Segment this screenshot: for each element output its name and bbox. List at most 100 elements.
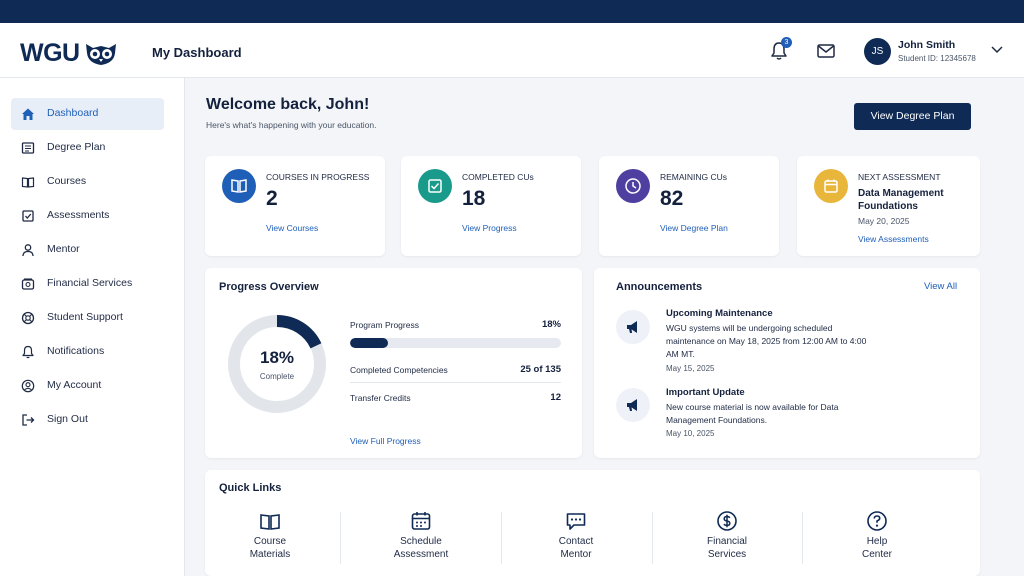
- announcements-title: Announcements: [616, 281, 703, 293]
- program-progress-bar: [350, 338, 561, 348]
- clock-icon: [616, 169, 650, 203]
- view-assessments-link[interactable]: View Assessments: [858, 234, 929, 244]
- next-assessment-date: May 20, 2025: [858, 216, 910, 226]
- calendar-icon: [814, 169, 848, 203]
- money-icon: [21, 278, 35, 290]
- sidebar-item-label: Financial Services: [47, 277, 133, 289]
- sidebar-item-assessments[interactable]: Assessments: [11, 200, 164, 232]
- sidebar-item-label: Student Support: [47, 311, 123, 323]
- quick-link-label: Financial Services: [706, 536, 748, 560]
- wgu-logo[interactable]: WGU: [20, 39, 118, 68]
- completed-competencies-label: Completed Competencies: [350, 365, 448, 375]
- stat-card-next-assessment: NEXT ASSESSMENT Data Management Foundati…: [797, 156, 980, 256]
- sidebar-item-courses[interactable]: Courses: [11, 166, 164, 198]
- megaphone-icon: [616, 388, 650, 422]
- student-id: Student ID: 12345678: [898, 54, 976, 63]
- quick-link-label: Schedule Assessment: [393, 536, 449, 560]
- sidebar-item-label: Assessments: [47, 209, 110, 221]
- stat-card-courses: COURSES IN PROGRESS 2 View Courses: [205, 156, 385, 256]
- support-icon: [21, 311, 35, 325]
- chevron-down-icon[interactable]: [990, 45, 1004, 55]
- divider: [501, 512, 502, 564]
- sidebar-item-my-account[interactable]: My Account: [11, 370, 164, 402]
- sidebar-item-sign-out[interactable]: Sign Out: [11, 404, 164, 436]
- divider: [652, 512, 653, 564]
- sidebar-item-label: Dashboard: [47, 107, 99, 119]
- stat-label: NEXT ASSESSMENT: [858, 172, 941, 182]
- quick-link-contact-mentor[interactable]: Contact Mentor: [526, 510, 626, 561]
- transfer-credits-label: Transfer Credits: [350, 393, 411, 403]
- stat-label: REMAINING CUs: [660, 172, 728, 182]
- home-icon: [22, 108, 34, 120]
- view-courses-link[interactable]: View Courses: [266, 223, 318, 233]
- user-name: John Smith: [898, 39, 956, 51]
- program-progress-value: 18%: [541, 319, 561, 330]
- logo-text: WGU: [20, 39, 80, 67]
- quick-link-label: Help Center: [861, 536, 892, 560]
- check-icon: [418, 169, 452, 203]
- announcement-title: Important Update: [666, 387, 745, 398]
- quick-link-financial-services[interactable]: Financial Services: [677, 510, 777, 561]
- stat-value: 82: [660, 187, 684, 210]
- dollar-icon: [717, 511, 737, 531]
- stat-card-completed: COMPLETED CUs 18 View Progress: [401, 156, 581, 256]
- sidebar-item-student-support[interactable]: Student Support: [11, 302, 164, 334]
- progress-percent: 18%: [259, 348, 295, 367]
- sidebar-item-label: Mentor: [47, 243, 80, 255]
- owl-logo-icon: [85, 43, 116, 65]
- quick-link-label: Contact Mentor: [558, 536, 594, 560]
- progress-complete-label: Complete: [259, 372, 295, 381]
- avatar[interactable]: JS: [864, 38, 891, 65]
- transfer-credits-value: 12: [550, 392, 561, 403]
- announcements-card: [594, 268, 980, 458]
- stat-value: 2: [266, 187, 278, 210]
- sidebar-item-notifications[interactable]: Notifications: [11, 336, 164, 368]
- plan-icon: [21, 142, 35, 154]
- account-icon: [21, 379, 35, 393]
- announcement-body: New course material is now available for…: [666, 402, 839, 425]
- view-progress-link[interactable]: View Progress: [462, 223, 517, 233]
- announcement-title: Upcoming Maintenance: [666, 308, 773, 319]
- calendar-icon: [411, 512, 431, 530]
- sidebar-item-degree-plan[interactable]: Degree Plan: [11, 132, 164, 164]
- sidebar-item-financial-services[interactable]: Financial Services: [11, 268, 164, 300]
- sidebar: Dashboard Degree Plan Courses Assessment…: [0, 78, 185, 576]
- notification-badge: 3: [781, 37, 792, 48]
- bell-icon: [22, 345, 34, 359]
- divider: [340, 512, 341, 564]
- book-icon: [222, 169, 256, 203]
- view-degree-plan-button[interactable]: View Degree Plan: [854, 103, 971, 130]
- announcement-date: May 15, 2025: [666, 364, 715, 373]
- book-icon: [21, 177, 35, 188]
- welcome-title: Welcome back, John!: [206, 96, 370, 113]
- stat-label: COMPLETED CUs: [462, 172, 534, 182]
- welcome-subtitle: Here's what's happening with your educat…: [206, 120, 377, 130]
- sidebar-item-dashboard[interactable]: Dashboard: [11, 98, 164, 130]
- book-open-icon: [260, 514, 280, 530]
- announcement-date: May 10, 2025: [666, 429, 715, 438]
- quick-links-title: Quick Links: [219, 482, 282, 494]
- sidebar-item-label: Degree Plan: [47, 141, 106, 153]
- sidebar-item-mentor[interactable]: Mentor: [11, 234, 164, 266]
- divider: [350, 382, 561, 383]
- stat-value: 18: [462, 187, 486, 210]
- quick-link-help-center[interactable]: Help Center: [827, 510, 927, 561]
- quick-link-schedule-assessment[interactable]: Schedule Assessment: [371, 510, 471, 561]
- mail-icon[interactable]: [816, 42, 836, 60]
- sidebar-item-label: Notifications: [47, 345, 105, 357]
- view-all-link[interactable]: View All: [924, 281, 957, 292]
- view-full-progress-link[interactable]: View Full Progress: [350, 436, 421, 446]
- person-icon: [22, 244, 34, 257]
- view-degree-plan-link[interactable]: View Degree Plan: [660, 223, 728, 233]
- sidebar-item-label: Courses: [47, 175, 87, 187]
- stat-label: COURSES IN PROGRESS: [266, 172, 370, 182]
- megaphone-icon: [616, 310, 650, 344]
- top-bar: [0, 0, 1024, 23]
- checkbox-icon: [22, 210, 34, 222]
- sidebar-item-label: My Account: [47, 379, 102, 391]
- header: WGU My Dashboard 3 JS John Smith Student…: [0, 23, 1024, 78]
- chat-icon: [566, 513, 586, 530]
- help-icon: [867, 511, 887, 531]
- quick-link-label: Course Materials: [249, 536, 291, 560]
- quick-link-course-materials[interactable]: Course Materials: [220, 510, 320, 561]
